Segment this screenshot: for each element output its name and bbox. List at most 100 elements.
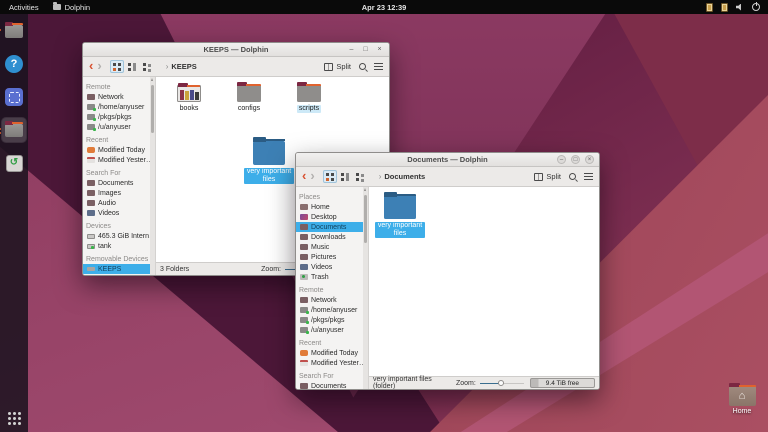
places-item-icon [300, 307, 309, 314]
menu-button[interactable] [374, 63, 383, 70]
places-item[interactable]: Network [296, 295, 368, 305]
places-item-icon [87, 124, 96, 131]
sidebar-scrollbar[interactable] [363, 187, 368, 389]
places-item-label: /home/anyuser [98, 103, 145, 111]
menu-button[interactable] [584, 173, 593, 180]
power-icon[interactable] [752, 2, 760, 11]
sidebar-scrollbar[interactable] [150, 77, 155, 275]
split-button[interactable]: Split [534, 172, 561, 181]
maximize-button[interactable]: □ [571, 155, 580, 164]
back-button[interactable]: ‹ [89, 59, 93, 72]
titlebar[interactable]: KEEPS — Dolphin – □ × [83, 43, 389, 57]
breadcrumb-label: Documents [384, 172, 426, 181]
places-item[interactable]: Trash [296, 272, 368, 282]
file-tile[interactable]: books [166, 81, 212, 113]
titlebar[interactable]: Documents — Dolphin – □ × [296, 153, 599, 167]
places-item[interactable]: Audio [83, 198, 155, 208]
minimize-button[interactable]: – [347, 45, 356, 54]
maximize-button[interactable]: □ [361, 45, 370, 54]
tray-applet-icon[interactable] [706, 2, 713, 12]
places-item[interactable]: Videos [83, 208, 155, 218]
dock-item-screenshot-tool[interactable] [2, 85, 26, 109]
places-item[interactable]: Documents [296, 381, 368, 389]
places-item[interactable]: Modified Yester… [296, 358, 368, 368]
places-item[interactable]: Pictures [296, 252, 368, 262]
compact-view-button[interactable] [125, 60, 139, 73]
places-section-header: Search For [296, 372, 368, 381]
places-item[interactable]: /u/anyuser [296, 325, 368, 335]
places-item[interactable]: Images [83, 188, 155, 198]
clock[interactable]: Apr 23 12:39 [362, 3, 407, 12]
places-item-label: Pictures [311, 253, 337, 261]
search-button[interactable] [569, 173, 576, 180]
details-view-button[interactable] [353, 170, 367, 183]
dock-item-help[interactable]: ? [2, 52, 26, 76]
places-item[interactable]: /pkgs/pkgs [296, 315, 368, 325]
dragged-folder-tile[interactable]: very important files [244, 137, 294, 185]
places-item[interactable]: /u/anyuser [83, 122, 155, 132]
window-documents: Documents — Dolphin – □ × ‹ › › Document… [295, 152, 600, 390]
places-item-label: Removable Devices [86, 256, 149, 263]
dock-item-dolphin[interactable] [0, 118, 26, 142]
places-item[interactable]: 465.3 GiB Intern… [83, 231, 155, 241]
places-item[interactable]: Modified Yester… [83, 155, 155, 165]
forward-button[interactable]: › [97, 59, 101, 72]
file-tile[interactable]: very important files [375, 191, 425, 239]
places-item[interactable]: /home/anyuser [83, 102, 155, 112]
places-item[interactable]: /home/anyuser [296, 305, 368, 315]
places-item[interactable]: Network [83, 92, 155, 102]
compact-view-button[interactable] [338, 170, 352, 183]
volume-icon[interactable] [736, 3, 741, 11]
breadcrumb[interactable]: › KEEPS [166, 62, 197, 71]
places-item[interactable]: KEEPS [83, 264, 155, 274]
folder-icon [253, 137, 285, 165]
places-item[interactable]: Desktop [296, 212, 368, 222]
breadcrumb[interactable]: › Documents [379, 172, 426, 181]
scrollbar-thumb [151, 85, 154, 133]
places-item[interactable]: Music [296, 242, 368, 252]
places-item[interactable]: Modified Today [83, 145, 155, 155]
split-label: Split [336, 62, 351, 71]
close-button[interactable]: × [585, 155, 594, 164]
home-folder-icon: ⌂ [728, 383, 756, 406]
file-tile[interactable]: scripts [286, 81, 332, 114]
dock-item-trash[interactable]: ↺ [2, 151, 26, 175]
split-icon [324, 62, 334, 71]
file-tile[interactable]: configs [226, 81, 272, 113]
dock-item-file-manager[interactable] [0, 19, 26, 43]
tray-applet-icon[interactable] [721, 2, 728, 12]
places-item[interactable]: Videos [296, 262, 368, 272]
places-item[interactable]: tank [83, 241, 155, 251]
home-label: Home [732, 408, 752, 415]
files-area[interactable]: very important files [369, 187, 599, 376]
places-item-label: KEEPS [98, 265, 122, 273]
places-item[interactable]: Downloads [296, 232, 368, 242]
places-item[interactable]: Documents [296, 222, 368, 232]
places-item-icon [87, 210, 95, 216]
places-item[interactable]: Modified Today [296, 348, 368, 358]
minimize-button[interactable]: – [557, 155, 566, 164]
free-space-bar: 9.4 TiB free [529, 378, 595, 388]
file-label: very important files [244, 168, 294, 185]
places-item-label: Devices [86, 223, 111, 230]
places-item-icon [300, 224, 308, 230]
search-button[interactable] [359, 63, 366, 70]
running-indicator [0, 29, 1, 31]
show-applications-button[interactable] [7, 412, 21, 425]
forward-button[interactable]: › [310, 169, 314, 182]
places-item[interactable]: /pkgs/pkgs [83, 112, 155, 122]
close-button[interactable]: × [375, 45, 384, 54]
focused-app-menu[interactable]: Dolphin [52, 2, 90, 12]
zoom-slider-handle[interactable] [498, 380, 505, 386]
activities-button[interactable]: Activities [9, 3, 39, 12]
details-view-button[interactable] [140, 60, 154, 73]
zoom-slider[interactable] [479, 379, 524, 387]
desktop-icon-home[interactable]: ⌂ Home [722, 383, 762, 415]
split-button[interactable]: Split [324, 62, 351, 71]
breadcrumb-arrow-icon: › [378, 172, 382, 181]
icons-view-button[interactable] [109, 60, 124, 73]
places-item[interactable]: Documents [83, 178, 155, 188]
back-button[interactable]: ‹ [302, 169, 306, 182]
places-item[interactable]: Home [296, 202, 368, 212]
icons-view-button[interactable] [322, 170, 337, 183]
